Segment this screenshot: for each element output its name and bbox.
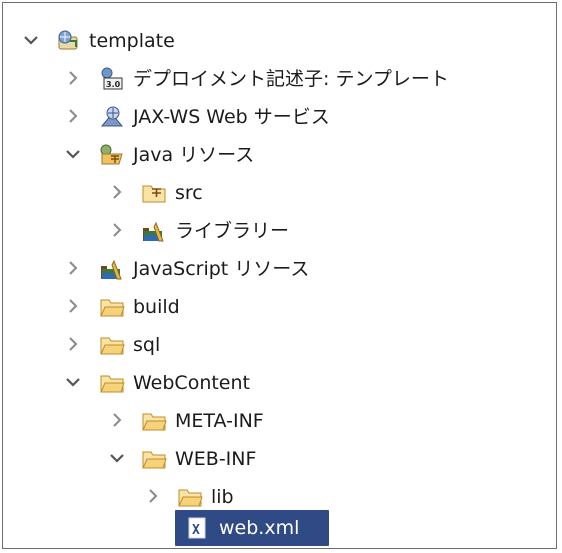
tree-item-label: lib [211,486,234,508]
tree-item-webcontent[interactable]: WebContent [3,364,556,402]
source-folder-icon [141,180,167,206]
chevron-right-icon[interactable] [63,68,83,90]
chevron-right-icon[interactable] [143,486,163,508]
tree-item-label: WebContent [133,372,250,394]
chevron-down-icon[interactable] [63,372,83,394]
folder-icon [141,408,167,434]
library-icon [99,256,125,282]
tree-item-label: build [133,296,180,318]
chevron-down-icon[interactable] [63,144,83,166]
tree-item-web-inf[interactable]: WEB-INF [3,440,556,478]
chevron-right-icon[interactable] [107,410,127,432]
tree-item-label: ライブラリー [175,220,290,242]
chevron-down-icon[interactable] [21,30,41,52]
folder-icon [99,332,125,358]
tree-item-label: JAX-WS Web サービス [133,106,330,128]
chevron-right-icon[interactable] [63,258,83,280]
folder-icon [99,294,125,320]
tree-item-java-resources[interactable]: Java リソース [3,136,556,174]
tree-item-web-xml[interactable]: X web.xml [175,510,329,546]
folder-open-icon [99,370,125,396]
tree-item-library[interactable]: ライブラリー [3,212,556,250]
chevron-right-icon[interactable] [63,296,83,318]
tree-item-label: デプロイメント記述子: テンプレート [133,68,449,90]
tree-item-jaxws[interactable]: JAX-WS Web サービス [3,98,556,136]
chevron-right-icon[interactable] [107,220,127,242]
tree-item-label: template [89,30,175,52]
java-resources-icon [99,142,125,168]
tree-item-deployment-descriptor[interactable]: 3.0 デプロイメント記述子: テンプレート [3,60,556,98]
project-explorer-tree: template 3.0 デプロイメント記述子: テンプレート JAX-WS W… [2,2,557,549]
tree-item-label: META-INF [175,410,264,432]
deployment-descriptor-icon: 3.0 [99,66,125,92]
tree-item-label: WEB-INF [175,448,257,470]
tree-item-label: JavaScript リソース [133,258,310,280]
tree-item-label: Java リソース [133,144,255,166]
xml-file-icon: X [185,515,211,541]
tree-item-sql[interactable]: sql [3,326,556,364]
chevron-right-icon[interactable] [63,334,83,356]
tree-item-label: sql [133,334,161,356]
svg-text:3.0: 3.0 [106,80,121,89]
tree-item-label: src [175,182,203,204]
web-service-icon [99,104,125,130]
chevron-down-icon[interactable] [107,448,127,470]
tree-item-src[interactable]: src [3,174,556,212]
tree-item-meta-inf[interactable]: META-INF [3,402,556,440]
tree-item-template[interactable]: template [3,22,556,60]
svg-text:X: X [192,523,200,538]
web-project-icon [55,28,81,54]
folder-icon [177,484,203,510]
chevron-right-icon[interactable] [63,106,83,128]
tree-item-label: web.xml [219,517,300,539]
chevron-right-icon[interactable] [107,182,127,204]
library-icon [141,218,167,244]
tree-item-build[interactable]: build [3,288,556,326]
tree-item-javascript-resources[interactable]: JavaScript リソース [3,250,556,288]
folder-open-icon [141,446,167,472]
